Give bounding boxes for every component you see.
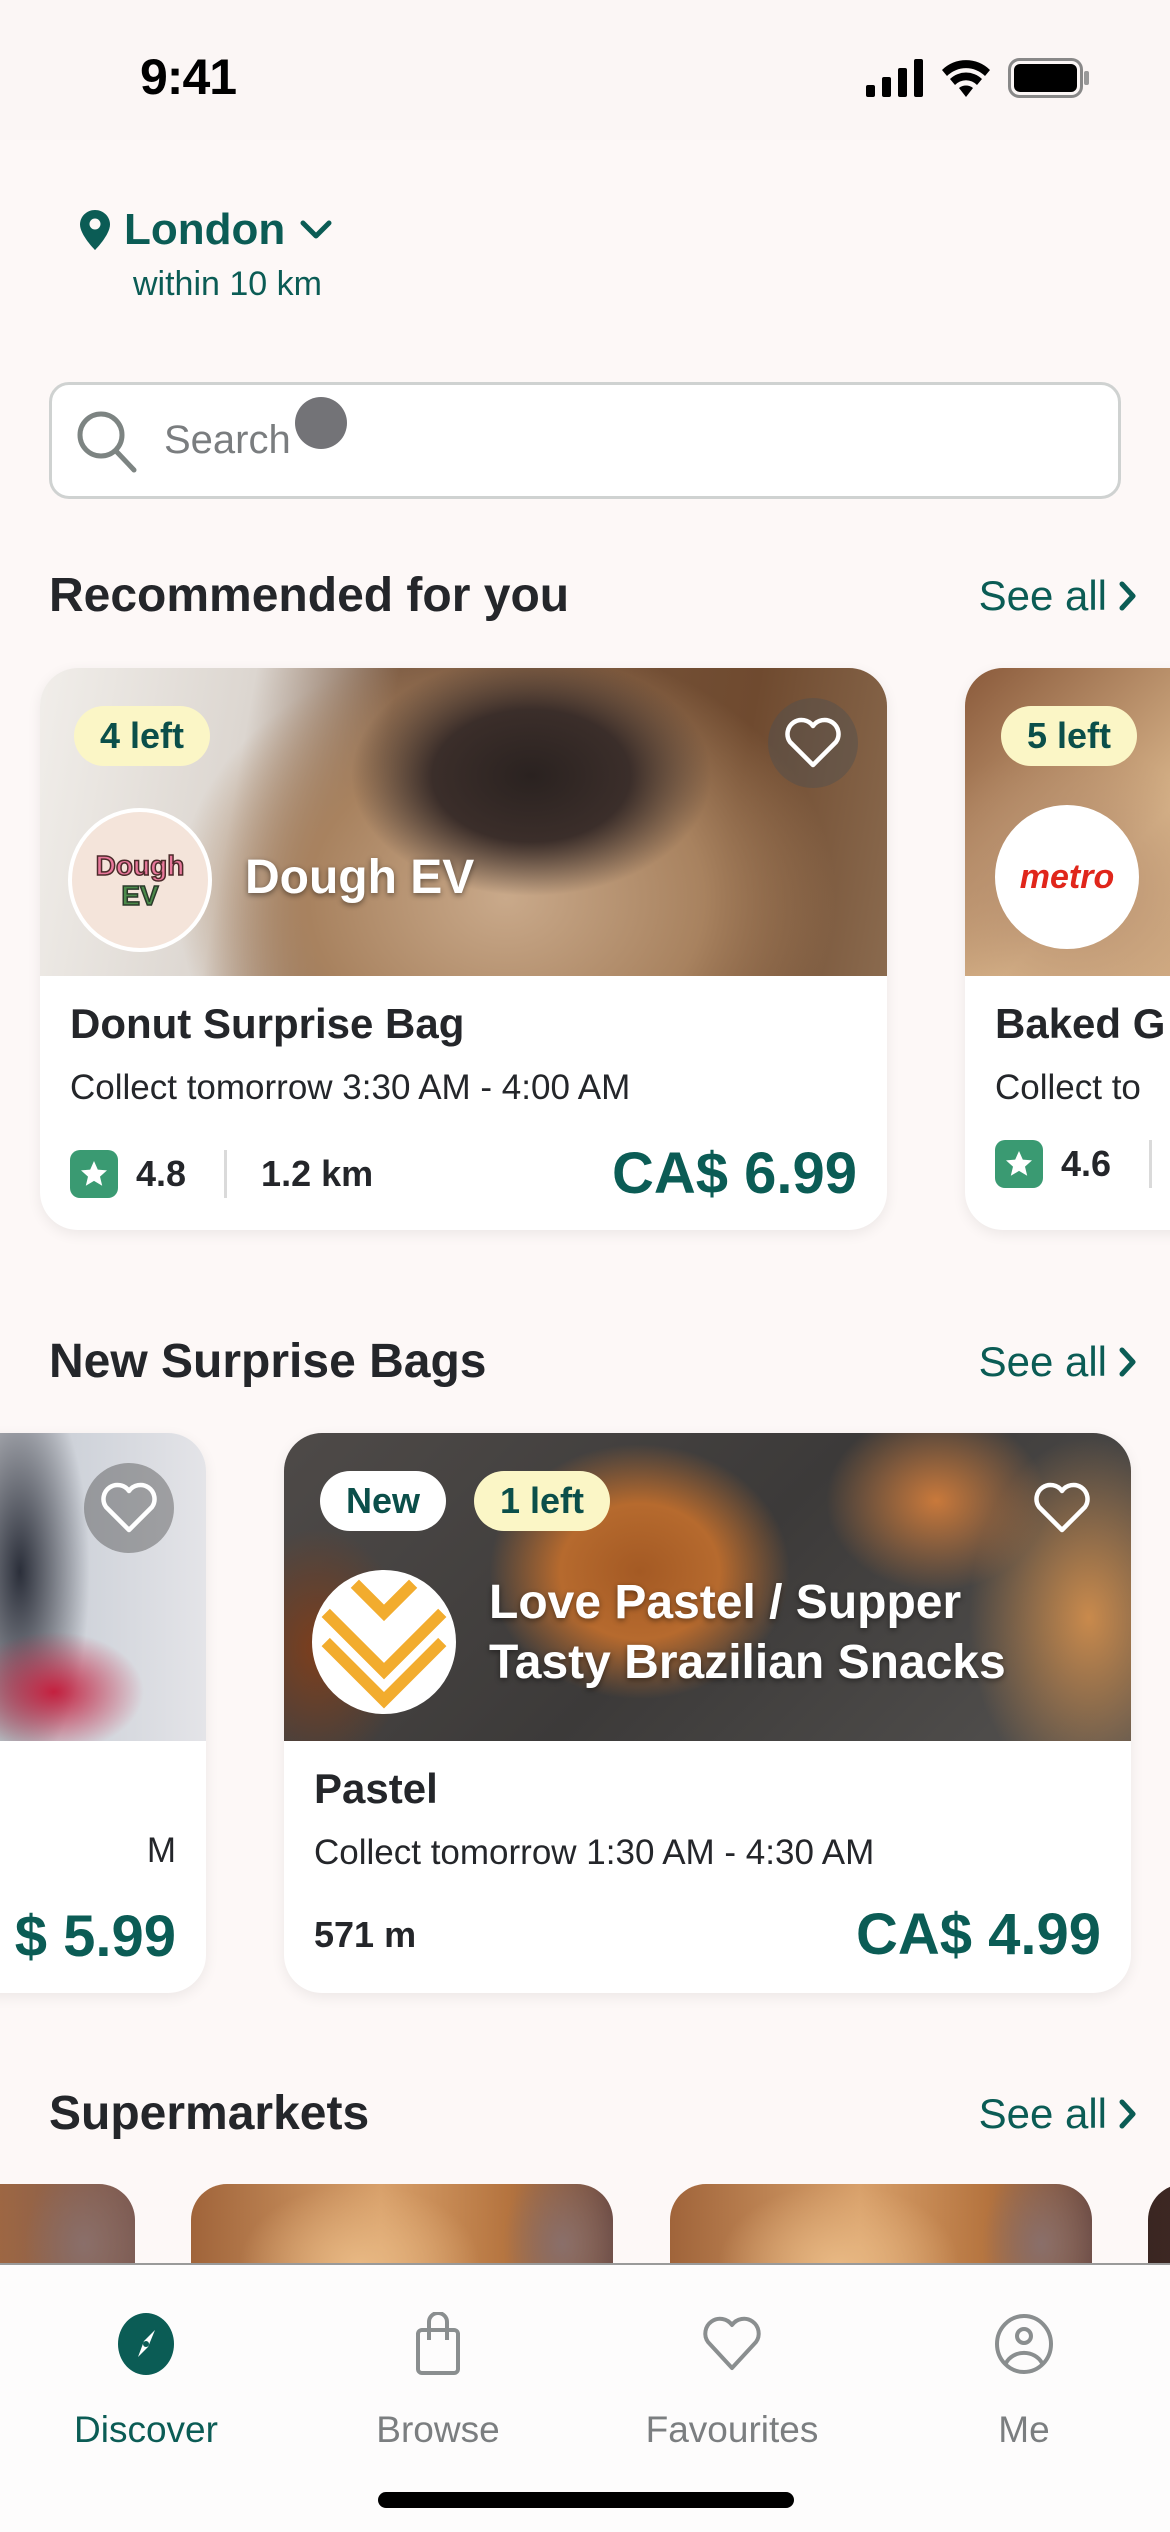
section-title: New Surprise Bags — [49, 1335, 487, 1388]
store-card-dough-ev[interactable]: 4 left Dough EV Dough EV Donut Surprise … — [40, 668, 887, 1230]
see-all-label: See all — [978, 2089, 1107, 2137]
cellular-signal-icon — [866, 59, 923, 97]
store-logo: Dough EV — [68, 808, 212, 952]
store-name-line-2: Tasty Brazilian Snacks — [489, 1636, 1006, 1689]
location-city[interactable]: London — [124, 205, 285, 255]
status-time: 9:41 — [140, 49, 237, 105]
tab-discover[interactable]: Discover — [0, 2265, 292, 2451]
battery-icon — [1008, 58, 1089, 98]
collect-time: Collect tomorrow 3:30 AM - 4:00 AM — [70, 1068, 631, 1107]
location-selector[interactable]: London within 10 km — [80, 205, 333, 304]
see-all-label: See all — [978, 1337, 1107, 1385]
rating-star-icon — [995, 1140, 1043, 1188]
distance: 571 m — [314, 1913, 417, 1955]
svg-text:Dough: Dough — [96, 850, 185, 881]
collect-time: M — [146, 1831, 176, 1870]
items-left-badge: 1 left — [474, 1471, 611, 1531]
meta-divider — [224, 1149, 228, 1198]
see-all-supermarkets-button[interactable]: See all — [979, 2090, 1137, 2138]
search-icon — [77, 411, 137, 472]
wifi-icon — [942, 60, 990, 97]
card-body: Donut Surprise Bag Collect tomorrow 3:30… — [40, 976, 887, 1108]
store-logo — [312, 1570, 456, 1714]
card-meta: 4.6 — [995, 1140, 1170, 1188]
metro-logo-icon: metro — [1020, 858, 1114, 896]
chevron-right-icon — [1119, 581, 1136, 610]
tab-label: Browse — [376, 2409, 500, 2450]
collect-time: Collect to — [995, 1068, 1141, 1107]
see-all-label: See all — [978, 571, 1107, 619]
rating-value: 4.6 — [1061, 1143, 1112, 1184]
favourite-button[interactable] — [1017, 1463, 1107, 1553]
meta-divider — [1149, 1140, 1153, 1188]
section-new-bags-header: New Surprise Bags See all — [49, 1334, 1137, 1389]
card-meta: 4.8 1.2 km CA$ 6.99 — [70, 1140, 857, 1207]
store-card-partial[interactable]: M $ 5.99 — [0, 1433, 206, 1993]
store-name: Love Pastel / Supper Tasty Brazilian Sna… — [489, 1573, 1006, 1693]
heart-icon — [101, 1482, 157, 1533]
svg-text:EV: EV — [121, 880, 159, 911]
section-title: Recommended for you — [49, 569, 570, 622]
section-supermarkets-header: Supermarkets See all — [49, 2086, 1137, 2141]
heart-icon — [785, 717, 841, 768]
store-name: Dough EV — [245, 851, 475, 904]
tab-browse[interactable]: Browse — [292, 2265, 584, 2451]
card-meta: 571 m CA$ 4.99 — [314, 1901, 1101, 1968]
price: $ 5.99 — [14, 1904, 176, 1969]
store-card-love-pastel[interactable]: New 1 left Love Pastel / Supper Tasty Br… — [284, 1433, 1131, 1993]
svg-text:metro: metro — [1020, 858, 1114, 896]
chevron-down-icon[interactable] — [299, 219, 333, 241]
item-title: Donut Surprise Bag — [70, 1000, 465, 1047]
touch-indicator — [295, 397, 347, 449]
rating-value: 4.8 — [136, 1152, 187, 1194]
tab-me[interactable]: Me — [878, 2265, 1170, 2451]
status-icons — [866, 58, 1090, 98]
section-recommended-header: Recommended for you See all — [49, 568, 1137, 623]
rating-star-icon — [70, 1149, 118, 1198]
love-pastel-logo-icon — [321, 1579, 447, 1709]
location-radius[interactable]: within 10 km — [133, 265, 333, 304]
favourite-button[interactable] — [768, 698, 858, 788]
status-bar: 9:41 — [0, 0, 1170, 140]
see-all-recommended-button[interactable]: See all — [979, 572, 1137, 620]
tab-label: Favourites — [645, 2409, 819, 2450]
location-pin-icon — [80, 210, 110, 250]
favourite-button[interactable] — [84, 1463, 174, 1553]
store-logo: metro — [995, 805, 1139, 949]
items-left-badge: 4 left — [74, 706, 211, 766]
heart-icon — [703, 2316, 761, 2370]
user-circle-icon — [995, 2314, 1053, 2374]
collect-time: Collect tomorrow 1:30 AM - 4:30 AM — [314, 1833, 875, 1872]
section-title: Supermarkets — [49, 2087, 370, 2140]
chevron-right-icon — [1119, 1347, 1136, 1376]
tab-label: Me — [998, 2409, 1050, 2450]
tab-label: Discover — [74, 2409, 218, 2450]
item-title: Pastel — [314, 1765, 438, 1812]
home-indicator[interactable] — [378, 2492, 794, 2508]
price: CA$ 6.99 — [611, 1141, 857, 1206]
search-input[interactable]: Search — [49, 382, 1121, 499]
price: CA$ 4.99 — [855, 1902, 1101, 1967]
heart-icon — [1034, 1482, 1090, 1533]
items-left-badge: 5 left — [1001, 706, 1138, 766]
item-title: Baked G — [995, 1000, 1166, 1047]
card-body: Pastel Collect tomorrow 1:30 AM - 4:30 A… — [284, 1741, 1131, 1873]
distance: 1.2 km — [261, 1152, 374, 1194]
card-body: Baked G Collect to — [965, 976, 1170, 1108]
tab-favourites[interactable]: Favourites — [586, 2265, 878, 2451]
shopping-bag-icon — [416, 2312, 460, 2375]
store-card-metro[interactable]: 5 left metro Baked G Collect to 4.6 — [965, 668, 1170, 1230]
dough-ev-logo-icon: Dough EV — [95, 849, 185, 912]
chevron-right-icon — [1119, 2099, 1136, 2128]
compass-icon — [118, 2313, 174, 2375]
store-name-line-1: Love Pastel / Supper — [489, 1576, 962, 1629]
new-badge: New — [320, 1471, 447, 1531]
see-all-new-bags-button[interactable]: See all — [979, 1338, 1137, 1386]
search-placeholder: Search — [164, 418, 291, 462]
